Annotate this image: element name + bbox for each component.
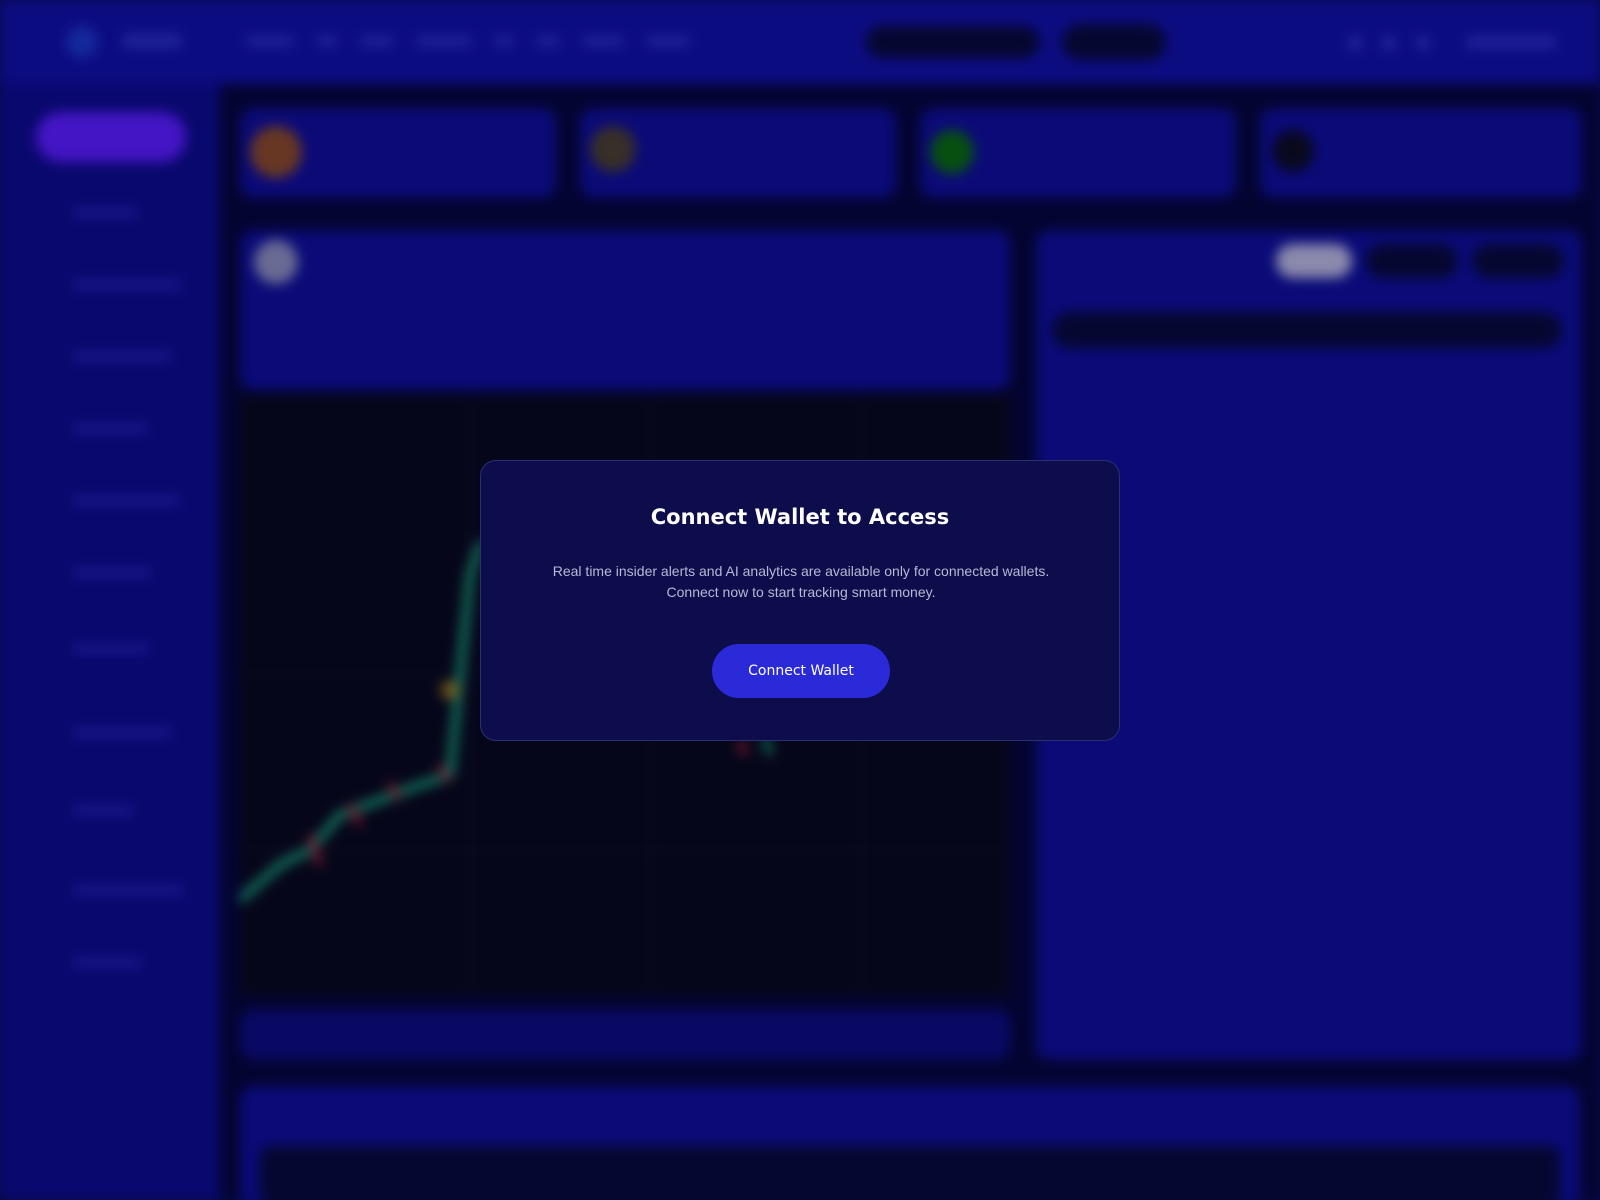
modal-description: Real time insider alerts and AI analytic… (521, 561, 1081, 603)
modal-title: Connect Wallet to Access (650, 505, 950, 529)
modal-description-line: Connect now to start tracking smart mone… (666, 584, 936, 600)
connect-wallet-button[interactable]: Connect Wallet (712, 644, 890, 698)
connect-wallet-modal: Connect Wallet to Access Real time insid… (480, 460, 1120, 741)
modal-description-line: Real time insider alerts and AI analytic… (552, 563, 1050, 579)
